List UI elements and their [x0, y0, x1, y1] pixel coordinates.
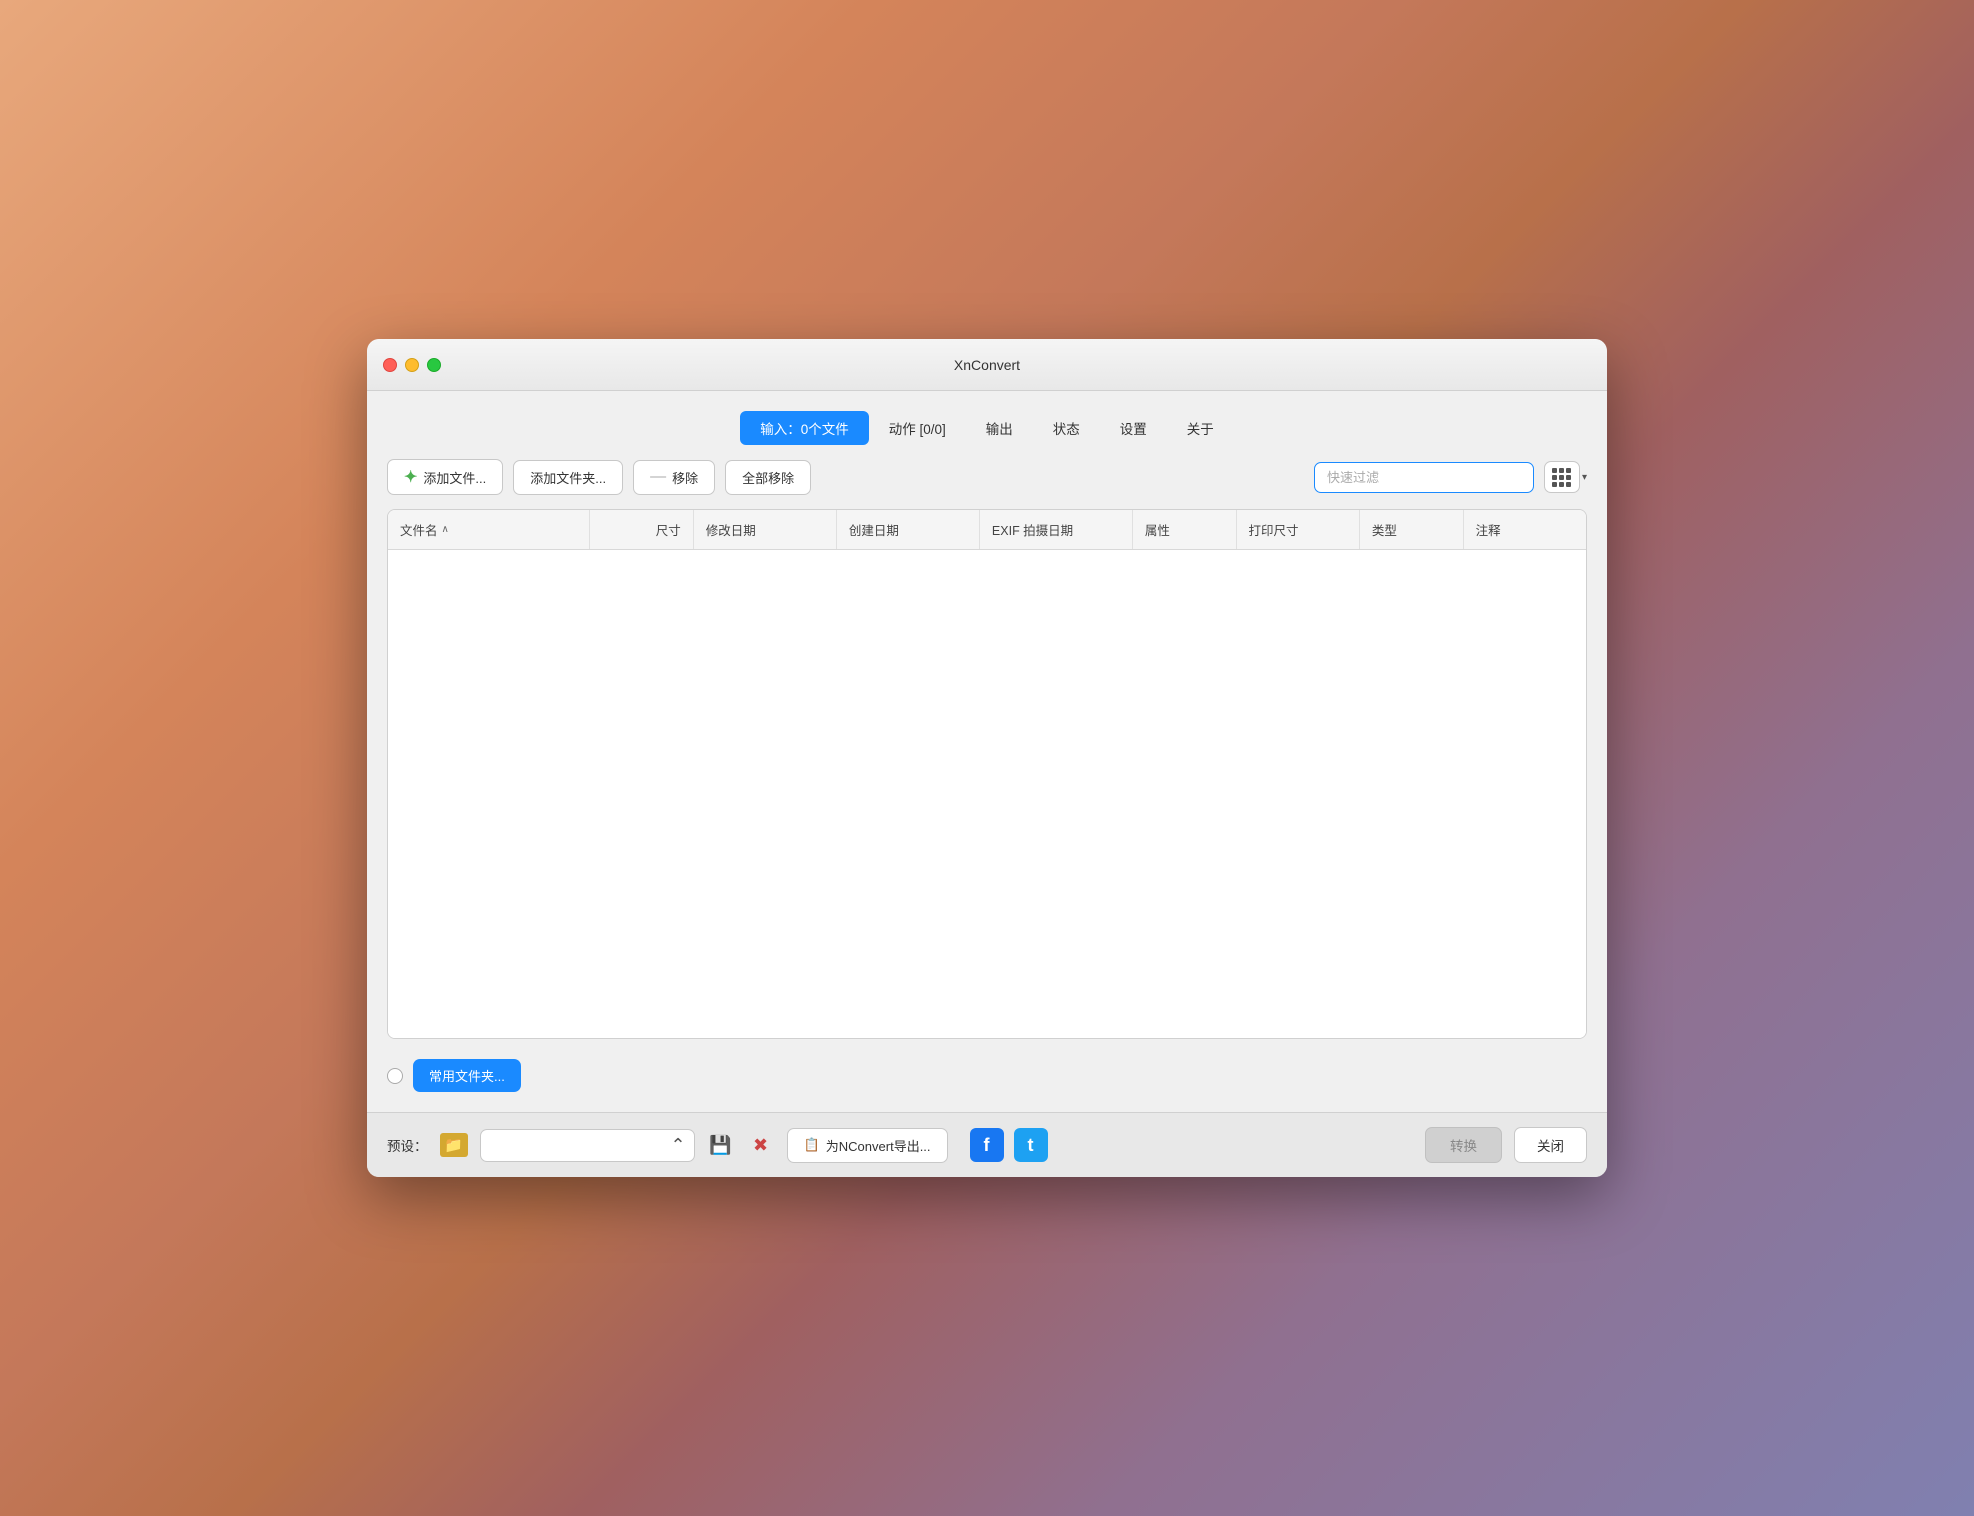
grid-dropdown-arrow[interactable]: ▾	[1582, 472, 1587, 483]
col-size-label: 尺寸	[656, 520, 681, 539]
preset-save-button[interactable]: 💾	[707, 1131, 735, 1159]
grid-icon	[1552, 468, 1571, 487]
export-label: 为NConvert导出...	[826, 1136, 931, 1155]
table-body	[388, 550, 1586, 1038]
export-icon: 📋	[804, 1137, 820, 1153]
col-type-label: 类型	[1372, 520, 1397, 539]
col-created-label: 创建日期	[849, 520, 899, 539]
close-traffic-light[interactable]	[383, 358, 397, 372]
twitter-icon: t	[1028, 1135, 1034, 1156]
col-header-attr[interactable]: 属性	[1133, 510, 1237, 549]
convert-label: 转换	[1450, 1139, 1477, 1154]
window-title: XnConvert	[954, 357, 1020, 373]
grid-view-button[interactable]	[1544, 461, 1580, 493]
remove-all-button[interactable]: 全部移除	[725, 460, 811, 495]
col-print-label: 打印尺寸	[1249, 520, 1299, 539]
tab-about[interactable]: 关于	[1167, 411, 1234, 445]
col-attr-label: 属性	[1145, 520, 1170, 539]
remove-button[interactable]: — 移除	[633, 460, 715, 495]
common-folder-label: 常用文件夹...	[429, 1066, 505, 1085]
footer: 预设： 📁 ⌃ 💾 ✖ 📋 为NConvert导出... f t	[367, 1112, 1607, 1177]
sort-arrow-filename: ∧	[442, 524, 449, 535]
main-window: XnConvert 输入：0个文件 动作 [0/0] 输出 状态 设置 关于 ✦…	[367, 339, 1607, 1177]
preset-dropdown-arrow[interactable]: ⌃	[671, 1135, 686, 1156]
add-files-icon: ✦	[404, 467, 417, 487]
tab-input[interactable]: 输入：0个文件	[740, 411, 869, 445]
delete-icon: ✖	[753, 1135, 768, 1156]
col-header-note[interactable]: 注释	[1464, 510, 1586, 549]
col-header-created[interactable]: 创建日期	[837, 510, 980, 549]
convert-button[interactable]: 转换	[1425, 1127, 1502, 1163]
add-files-button[interactable]: ✦ 添加文件...	[387, 459, 503, 495]
traffic-lights	[383, 358, 441, 372]
twitter-button[interactable]: t	[1014, 1128, 1048, 1162]
facebook-button[interactable]: f	[970, 1128, 1004, 1162]
preset-folder-icon: 📁	[444, 1136, 463, 1154]
filter-input[interactable]	[1314, 462, 1534, 493]
add-folder-button[interactable]: 添加文件夹...	[513, 460, 623, 495]
close-button[interactable]: 关闭	[1514, 1127, 1587, 1163]
table-header: 文件名 ∧ 尺寸 修改日期 创建日期 EXIF 拍摄日期 属性	[388, 510, 1586, 550]
tab-output[interactable]: 输出	[966, 411, 1033, 445]
col-filename-label: 文件名	[400, 520, 438, 539]
toolbar: ✦ 添加文件... 添加文件夹... — 移除 全部移除	[387, 459, 1587, 495]
preset-label: 预设：	[387, 1135, 428, 1155]
maximize-traffic-light[interactable]	[427, 358, 441, 372]
add-files-label: 添加文件...	[423, 468, 486, 487]
social-icons: f t	[970, 1128, 1048, 1162]
col-header-exif[interactable]: EXIF 拍摄日期	[980, 510, 1133, 549]
col-header-type[interactable]: 类型	[1360, 510, 1464, 549]
preset-input[interactable]	[489, 1138, 665, 1153]
file-table: 文件名 ∧ 尺寸 修改日期 创建日期 EXIF 拍摄日期 属性	[387, 509, 1587, 1039]
tab-status[interactable]: 状态	[1033, 411, 1100, 445]
common-folder-button[interactable]: 常用文件夹...	[413, 1059, 521, 1092]
col-header-print[interactable]: 打印尺寸	[1237, 510, 1360, 549]
col-header-size[interactable]: 尺寸	[590, 510, 694, 549]
tabs-bar: 输入：0个文件 动作 [0/0] 输出 状态 设置 关于	[387, 411, 1587, 445]
facebook-icon: f	[984, 1135, 990, 1156]
minimize-traffic-light[interactable]	[405, 358, 419, 372]
save-icon: 💾	[709, 1135, 731, 1156]
preset-delete-button[interactable]: ✖	[747, 1131, 775, 1159]
export-button[interactable]: 📋 为NConvert导出...	[787, 1128, 948, 1163]
col-exif-label: EXIF 拍摄日期	[992, 520, 1073, 539]
col-modified-label: 修改日期	[706, 520, 756, 539]
bottom-bar: 常用文件夹...	[387, 1053, 1587, 1092]
remove-all-label: 全部移除	[742, 468, 794, 487]
tab-settings[interactable]: 设置	[1100, 411, 1167, 445]
remove-icon: —	[650, 468, 666, 486]
common-folder-checkbox[interactable]	[387, 1068, 403, 1084]
preset-input-wrapper: ⌃	[480, 1129, 695, 1162]
col-note-label: 注释	[1476, 520, 1501, 539]
col-header-modified[interactable]: 修改日期	[694, 510, 837, 549]
grid-btn-wrapper: ▾	[1544, 461, 1587, 493]
titlebar: XnConvert	[367, 339, 1607, 391]
remove-label: 移除	[672, 468, 698, 487]
col-header-filename[interactable]: 文件名 ∧	[388, 510, 590, 549]
preset-folder-button[interactable]: 📁	[440, 1133, 468, 1157]
content-area: 输入：0个文件 动作 [0/0] 输出 状态 设置 关于 ✦ 添加文件... 添…	[367, 391, 1607, 1112]
add-folder-label: 添加文件夹...	[530, 468, 606, 487]
tab-actions[interactable]: 动作 [0/0]	[869, 411, 966, 445]
close-label: 关闭	[1537, 1139, 1564, 1154]
